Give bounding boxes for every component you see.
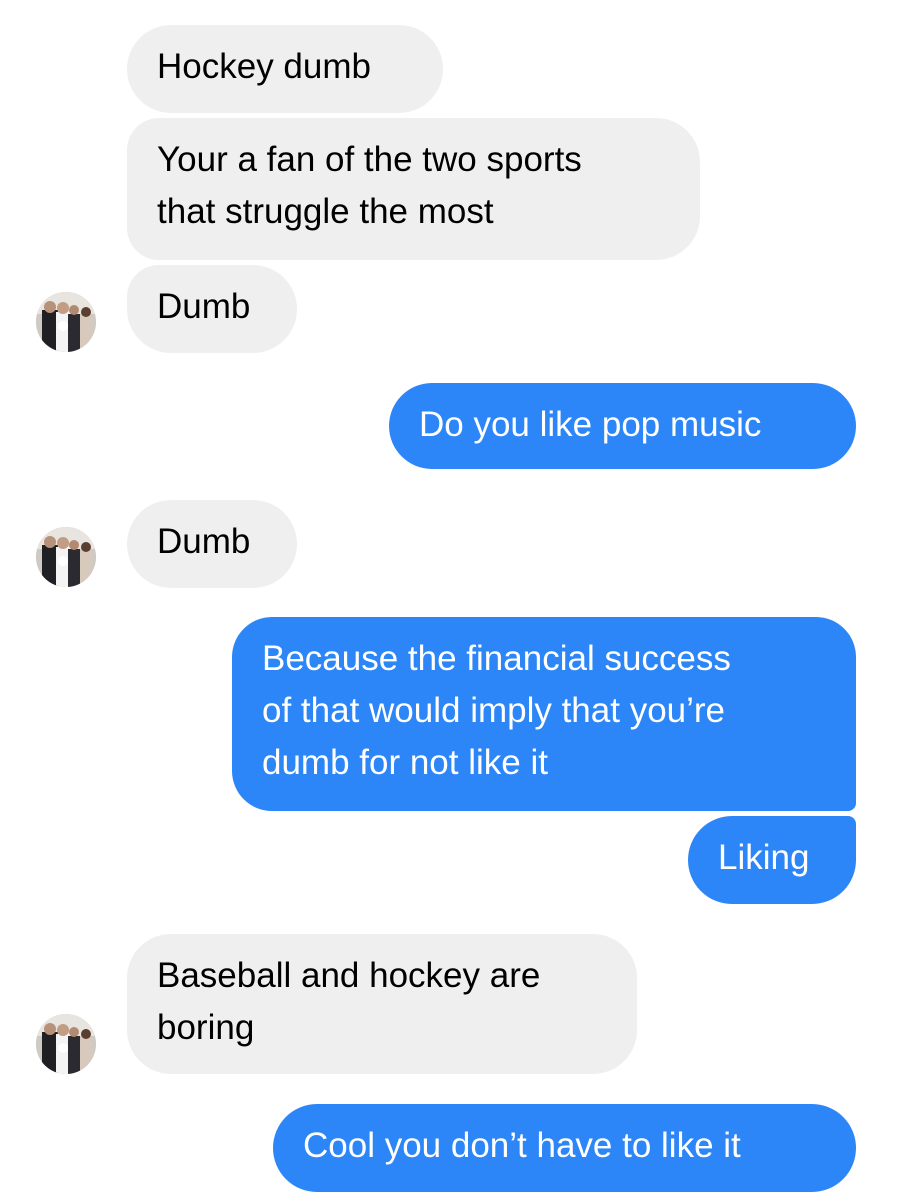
message-text: Your a fan of the two sports (157, 140, 582, 179)
message-text: Because the financial success (262, 639, 731, 678)
message-text: Dumb (157, 287, 251, 326)
message-text: Baseball and hockey are (157, 956, 541, 995)
outgoing-message-bubble[interactable]: Do you like pop music (389, 383, 856, 469)
message-text: boring (157, 1008, 255, 1047)
contact-avatar-icon[interactable] (36, 527, 96, 587)
incoming-message-bubble[interactable]: Hockey dumb (127, 25, 443, 113)
message-text: Liking (718, 838, 810, 877)
outgoing-message-bubble[interactable]: Because the financial success of that wo… (232, 617, 856, 811)
incoming-message-bubble[interactable]: Dumb (127, 500, 297, 588)
message-text: Do you like pop music (419, 405, 762, 444)
contact-avatar-icon[interactable] (36, 1014, 96, 1074)
message-text: that struggle the most (157, 192, 494, 231)
outgoing-message-bubble[interactable]: Liking (688, 816, 856, 904)
message-text: dumb for not like it (262, 743, 548, 782)
message-text: Cool you don’t have to like it (303, 1126, 741, 1165)
message-text: of that would imply that you’re (262, 691, 726, 730)
incoming-message-bubble[interactable]: Baseball and hockey are boring (127, 934, 637, 1074)
message-text: Dumb (157, 522, 251, 561)
outgoing-message-bubble[interactable]: Cool you don’t have to like it (273, 1104, 856, 1192)
incoming-message-bubble[interactable]: Dumb (127, 265, 297, 353)
incoming-message-bubble[interactable]: Your a fan of the two sports that strugg… (127, 118, 700, 260)
contact-avatar-icon[interactable] (36, 292, 96, 352)
message-text: Hockey dumb (157, 47, 371, 86)
